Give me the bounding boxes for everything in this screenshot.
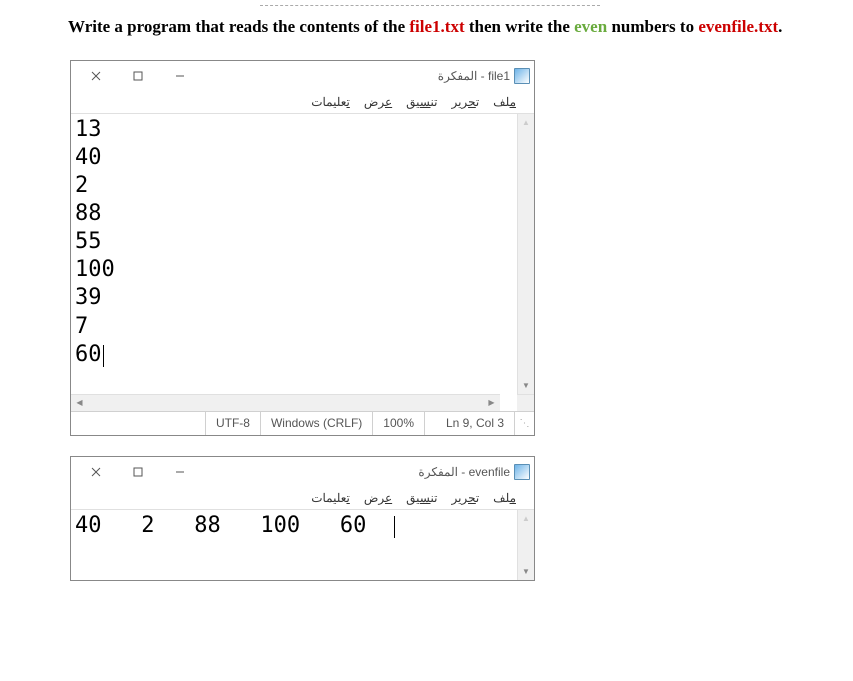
menubar: ملف تحرير تنسيق عرض تعليمات xyxy=(71,91,534,114)
line: 7 xyxy=(75,313,513,341)
notepad-icon xyxy=(514,464,530,480)
notepad-window-file1: file1 - المفكرة ملف تحرير تنسيق عرض تعلي… xyxy=(70,60,535,436)
maximize-button[interactable] xyxy=(117,459,159,485)
titlebar[interactable]: file1 - المفكرة xyxy=(71,61,534,91)
line: 88 xyxy=(75,200,513,228)
vertical-scrollbar[interactable]: ▲ ▼ xyxy=(517,510,534,580)
vertical-scrollbar[interactable]: ▲ ▼ xyxy=(517,114,534,394)
evenfile-text: evenfile.txt xyxy=(698,17,778,36)
menu-view[interactable]: عرض xyxy=(364,95,392,109)
text-cursor xyxy=(394,516,395,538)
divider-line xyxy=(260,5,600,6)
line: 40 xyxy=(75,144,513,172)
editor-area: 40 2 88 100 60 ▲ ▼ xyxy=(71,510,534,580)
menu-edit[interactable]: تحرير xyxy=(451,491,479,505)
minimize-button[interactable] xyxy=(159,459,201,485)
scroll-up-icon[interactable]: ▲ xyxy=(518,114,534,131)
line: 55 xyxy=(75,228,513,256)
close-button[interactable] xyxy=(75,459,117,485)
instruction-text: Write a program that reads the contents … xyxy=(0,14,790,40)
menu-format[interactable]: تنسيق xyxy=(406,491,437,505)
status-coord: Ln 9, Col 3 xyxy=(424,412,514,435)
notepad-window-evenfile: evenfile - المفكرة ملف تحرير تنسيق عرض ت… xyxy=(70,456,535,581)
horizontal-scrollbar[interactable]: ◀ ▶ xyxy=(71,394,500,411)
minimize-button[interactable] xyxy=(159,63,201,89)
even-text: even xyxy=(574,17,607,36)
menu-view[interactable]: عرض xyxy=(364,491,392,505)
menu-help[interactable]: تعليمات xyxy=(311,95,350,109)
instruction-part4: . xyxy=(778,17,782,36)
notepad-icon xyxy=(514,68,530,84)
scroll-down-icon[interactable]: ▼ xyxy=(518,377,534,394)
menu-file[interactable]: ملف xyxy=(493,95,516,109)
line: 2 xyxy=(75,172,513,200)
status-zoom: 100% xyxy=(372,412,424,435)
window-title: file1 - المفكرة xyxy=(438,69,510,83)
line: 100 xyxy=(75,256,513,284)
instruction-part1: Write a program that reads the contents … xyxy=(68,17,409,36)
text-cursor xyxy=(103,345,104,367)
menu-format[interactable]: تنسيق xyxy=(406,95,437,109)
status-encoding: UTF-8 xyxy=(205,412,260,435)
editor-area: 13 40 2 88 55 100 39 7 60 ▲ ▼ xyxy=(71,114,534,394)
maximize-button[interactable] xyxy=(117,63,159,89)
resize-grip-icon[interactable]: ⋰ xyxy=(514,412,534,435)
text-content[interactable]: 40 2 88 100 60 xyxy=(71,510,517,580)
titlebar[interactable]: evenfile - المفكرة xyxy=(71,457,534,487)
menubar: ملف تحرير تنسيق عرض تعليمات xyxy=(71,487,534,510)
line: 13 xyxy=(75,116,513,144)
line-last: 60 xyxy=(75,341,513,369)
window-title: evenfile - المفكرة xyxy=(418,465,510,479)
status-crlf: Windows (CRLF) xyxy=(260,412,372,435)
status-spacer xyxy=(71,412,205,435)
instruction-part2: then write the xyxy=(465,17,575,36)
menu-edit[interactable]: تحرير xyxy=(451,95,479,109)
statusbar: ⋰ Ln 9, Col 3 100% Windows (CRLF) UTF-8 xyxy=(71,411,534,435)
scroll-left-icon[interactable]: ◀ xyxy=(71,395,88,411)
file1-text: file1.txt xyxy=(409,17,464,36)
scroll-down-icon[interactable]: ▼ xyxy=(518,563,534,580)
scroll-corner xyxy=(517,394,534,411)
line: 39 xyxy=(75,284,513,312)
scroll-right-icon[interactable]: ▶ xyxy=(483,395,500,411)
scroll-up-icon[interactable]: ▲ xyxy=(518,510,534,527)
text-content[interactable]: 13 40 2 88 55 100 39 7 60 xyxy=(71,114,517,394)
menu-file[interactable]: ملف xyxy=(493,491,516,505)
menu-help[interactable]: تعليمات xyxy=(311,491,350,505)
instruction-part3: numbers to xyxy=(607,17,698,36)
close-button[interactable] xyxy=(75,63,117,89)
